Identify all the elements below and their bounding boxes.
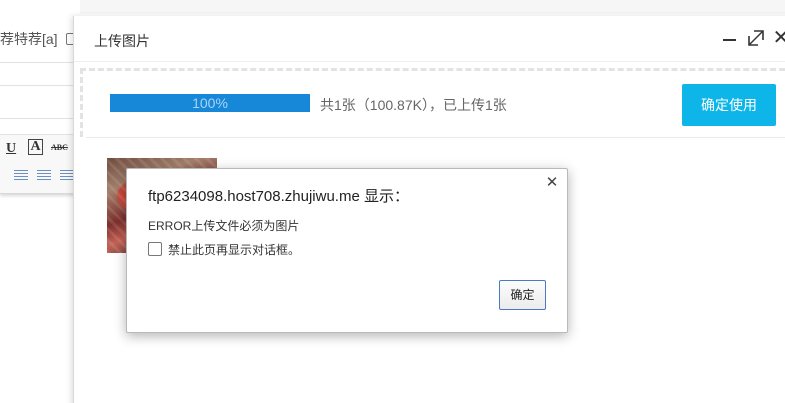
suppress-checkbox[interactable]	[148, 242, 162, 256]
alert-title: ftp6234098.host708.zhujiwu.me 显示：	[148, 188, 409, 205]
underline-button[interactable]: U	[6, 141, 16, 157]
editor-background: 荐特荐[a] U A ABC	[0, 0, 80, 403]
recommend-options: 荐特荐[a]	[0, 28, 81, 50]
suppress-label: 禁止此页再显示对话框。	[168, 242, 301, 257]
alert-message: ERROR上传文件必须为图片	[148, 219, 300, 233]
strikethrough-button[interactable]: ABC	[51, 143, 68, 152]
form-field-divider	[0, 85, 80, 86]
maximize-icon[interactable]	[744, 26, 768, 50]
upload-summary: 共1张（100.87K），已上传1张	[320, 97, 507, 113]
page-top-strip	[0, 0, 785, 14]
close-icon[interactable]: ✕	[769, 26, 785, 50]
alert-close-icon[interactable]: ✕	[544, 174, 560, 192]
upload-status-area: 100% 共1张（100.87K），已上传1张 确定使用	[80, 68, 785, 137]
align-center-icon[interactable]	[37, 170, 51, 180]
confirm-use-button[interactable]: 确定使用	[682, 84, 776, 126]
align-left-icon[interactable]	[14, 170, 28, 180]
recommend-option-text: 荐特荐[a]	[0, 31, 58, 47]
suppress-dialogs-option[interactable]: 禁止此页再显示对话框。	[148, 241, 300, 257]
font-color-button[interactable]: A	[28, 139, 43, 155]
upload-progress-bar: 100%	[110, 94, 310, 112]
alert-ok-button[interactable]: 确定	[499, 280, 546, 310]
browser-alert-dialog: ftp6234098.host708.zhujiwu.me 显示： ✕ ERRO…	[126, 168, 568, 333]
align-right-icon[interactable]	[60, 170, 74, 180]
form-field-divider	[0, 62, 80, 63]
dialog-title: 上传图片	[94, 33, 150, 49]
dialog-header: 上传图片 ✕	[74, 16, 785, 62]
minimize-icon[interactable]	[718, 26, 742, 50]
progress-percent: 100%	[192, 95, 228, 111]
editor-toolbar: U A ABC	[0, 134, 80, 194]
form-field-divider	[0, 118, 80, 119]
section-divider	[86, 137, 785, 138]
